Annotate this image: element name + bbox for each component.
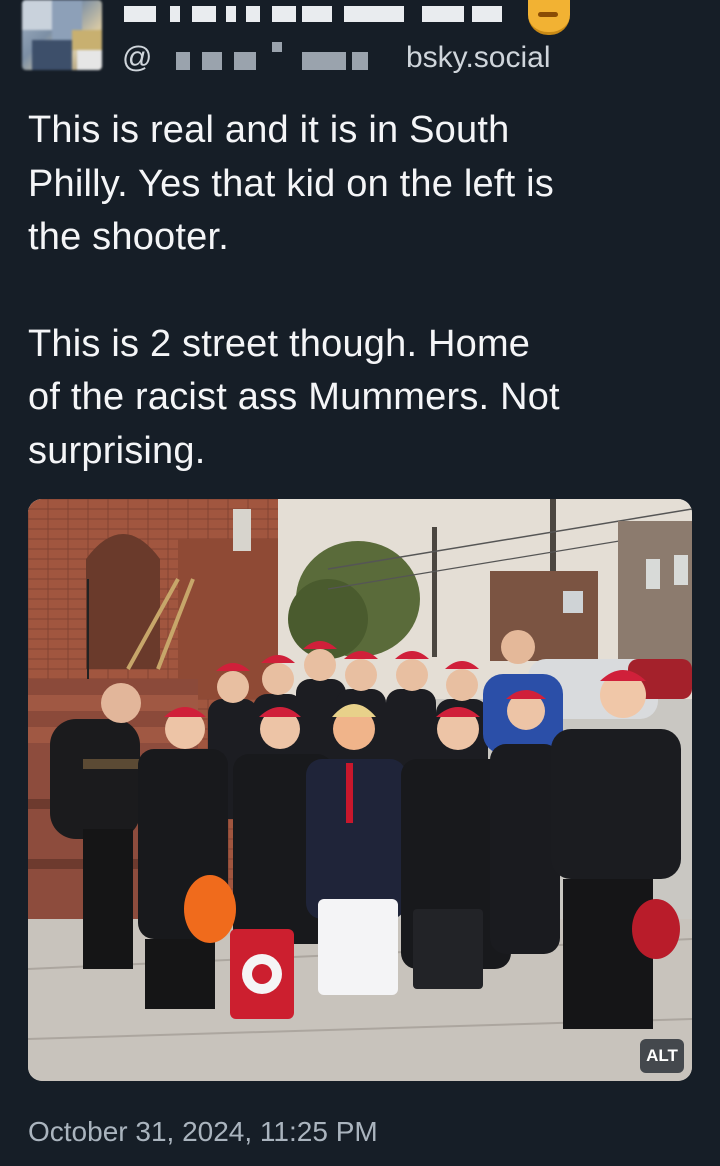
handle-redaction <box>234 52 256 70</box>
post-paragraph-2: This is 2 street though. Home of the rac… <box>28 322 560 472</box>
handle-prefix: @ <box>122 41 153 74</box>
avatar[interactable] <box>22 0 102 70</box>
handle-redaction <box>176 52 190 70</box>
post-text: This is real and it is in South Philly. … <box>28 104 692 478</box>
display-name-redacted[interactable] <box>122 0 542 22</box>
handle-redaction <box>302 52 346 70</box>
post-image[interactable]: ALT <box>28 499 692 1081</box>
handle-suffix: bsky.social <box>406 41 551 74</box>
author-handle[interactable]: @ bsky.social <box>122 38 602 78</box>
handle-redaction <box>272 42 282 52</box>
alt-text-button[interactable]: ALT <box>640 1039 684 1073</box>
handle-redaction <box>352 52 368 70</box>
post-paragraph-1: This is real and it is in South Philly. … <box>28 109 554 258</box>
photo-illustration <box>28 499 692 1081</box>
post-timestamp[interactable]: October 31, 2024, 11:25 PM <box>28 1112 378 1152</box>
handle-redaction <box>202 52 222 70</box>
post-header: @ bsky.social <box>0 0 720 90</box>
emoji-icon <box>528 0 570 35</box>
